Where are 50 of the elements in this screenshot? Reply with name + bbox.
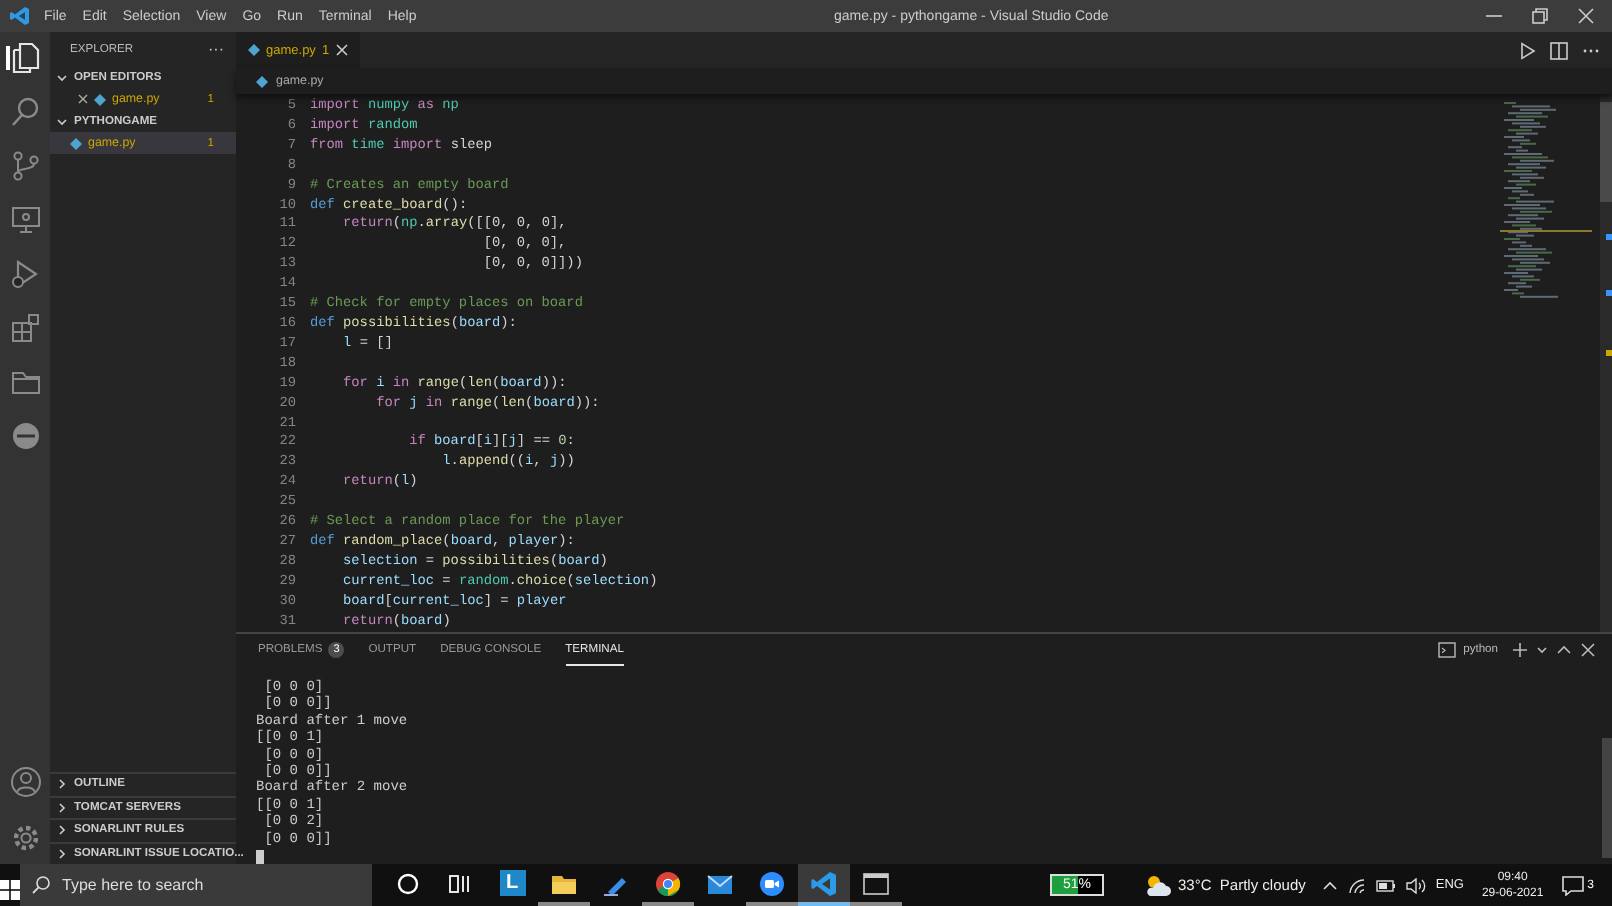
taskbar-app[interactable]: L [486, 864, 538, 906]
search-field[interactable]: Type here to search [20, 864, 372, 906]
chevron-down-icon[interactable] [56, 115, 68, 127]
chevron-up-icon[interactable] [1321, 877, 1338, 893]
circle-icon [394, 869, 422, 897]
search-icon [32, 876, 50, 894]
python-file-icon [248, 44, 260, 56]
chrome-icon [654, 869, 682, 897]
monitor-icon[interactable] [9, 204, 41, 236]
circle-icon[interactable] [9, 420, 41, 452]
close-icon[interactable] [1580, 642, 1596, 658]
scrollbar-drawing[interactable] [1602, 738, 1612, 858]
chat-icon [1561, 875, 1584, 895]
letter-app-icon: L [499, 870, 525, 896]
python-file-icon [70, 137, 82, 149]
scrollbar-drawing[interactable] [1600, 94, 1612, 632]
chevron-down-icon[interactable] [56, 71, 68, 83]
python-file-icon [94, 93, 106, 105]
terminal-cursor [256, 849, 264, 864]
close-icon[interactable] [1578, 8, 1594, 24]
python-file-icon [256, 75, 268, 87]
search-icon[interactable] [9, 96, 41, 128]
run-icon[interactable] [1520, 41, 1536, 59]
wifi-icon[interactable] [1347, 877, 1366, 893]
folder-icon[interactable] [9, 366, 41, 398]
mail-icon [706, 869, 734, 897]
extensions-icon[interactable] [9, 312, 41, 344]
vscode-icon [810, 869, 838, 897]
close-icon[interactable] [78, 94, 88, 104]
terminal-icon[interactable] [1437, 642, 1456, 658]
video-icon [758, 869, 786, 897]
cloud-sun-icon [1144, 873, 1172, 897]
volume-icon[interactable] [1405, 877, 1426, 893]
more-actions[interactable]: ··· [208, 40, 224, 58]
restore-icon[interactable] [1532, 8, 1548, 24]
terminal-icon [862, 869, 890, 897]
vscode-logo-icon [10, 6, 30, 26]
chevron-down-icon[interactable] [1536, 642, 1548, 658]
files-icon[interactable] [9, 42, 41, 74]
battery-icon[interactable] [1375, 879, 1396, 891]
task-view-icon [446, 869, 474, 897]
settings-icon[interactable] [9, 822, 41, 854]
source-control-icon[interactable] [9, 150, 41, 182]
account-icon[interactable] [9, 766, 41, 798]
close-icon[interactable] [335, 44, 348, 56]
chevron-up-icon[interactable] [1556, 642, 1572, 658]
windows-start-icon[interactable] [0, 875, 20, 895]
plus-icon[interactable] [1512, 642, 1528, 658]
split-editor-icon[interactable] [1550, 41, 1568, 59]
run-icon[interactable] [9, 258, 41, 290]
